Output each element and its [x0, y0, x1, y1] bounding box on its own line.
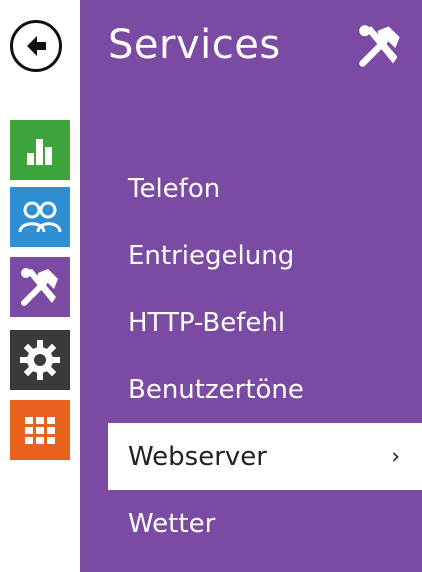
nav-status-tile[interactable] — [10, 120, 70, 180]
app-root: Services Telefon Entriegelung HTTP-Befeh… — [0, 0, 422, 572]
menu-item-label: HTTP-Befehl — [128, 307, 286, 338]
menu-item-telefon[interactable]: Telefon — [80, 155, 422, 222]
tools-icon — [21, 268, 58, 306]
nav-services-tile[interactable] — [10, 257, 70, 317]
nav-apps-tile[interactable] — [10, 400, 70, 460]
nav-users-tile[interactable] — [10, 187, 70, 247]
bar-chart-icon — [27, 139, 52, 165]
menu-item-label: Telefon — [128, 173, 221, 204]
menu-item-label: Wetter — [128, 508, 216, 539]
menu-item-label: Webserver — [128, 441, 267, 472]
menu-item-entriegelung[interactable]: Entriegelung — [80, 222, 422, 289]
menu-item-label: Benutzertöne — [128, 374, 304, 405]
back-button[interactable] — [10, 20, 62, 72]
chevron-right-icon: › — [391, 444, 400, 469]
page-title: Services — [108, 22, 281, 68]
menu-item-webserver[interactable]: Webserver › — [108, 423, 422, 490]
services-panel: Services Telefon Entriegelung HTTP-Befeh… — [80, 0, 422, 572]
menu-item-wetter[interactable]: Wetter — [80, 490, 422, 557]
menu-item-label: Entriegelung — [128, 240, 295, 271]
nav-settings-tile[interactable] — [10, 330, 70, 390]
users-icon — [18, 201, 62, 233]
back-arrow-icon — [27, 36, 46, 56]
menu-item-http-befehl[interactable]: HTTP-Befehl — [80, 289, 422, 356]
tools-icon — [359, 25, 400, 67]
grid-icon — [25, 417, 55, 444]
gear-icon — [20, 340, 60, 380]
menu-item-benutzertoene[interactable]: Benutzertöne — [80, 356, 422, 423]
services-menu: Telefon Entriegelung HTTP-Befehl Benutze… — [80, 155, 422, 557]
